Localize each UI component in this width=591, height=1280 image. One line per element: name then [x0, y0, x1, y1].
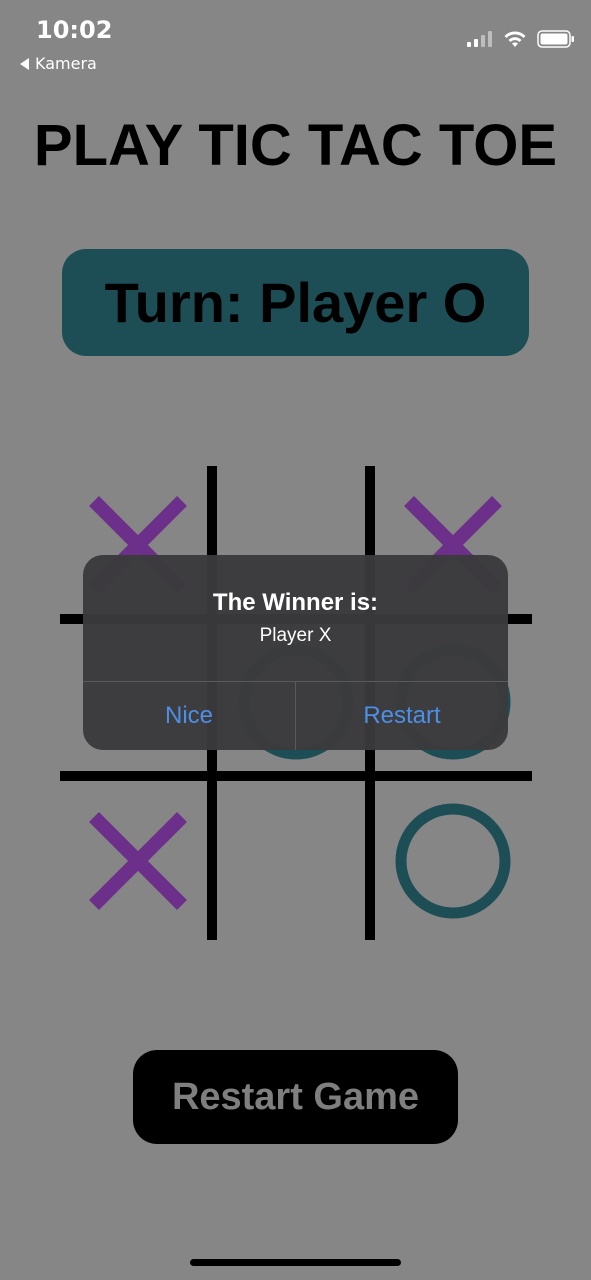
- restart-game-label: Restart Game: [171, 1075, 420, 1118]
- restart-game-button[interactable]: Restart Game: [133, 1050, 458, 1144]
- board-cell[interactable]: [388, 796, 518, 926]
- alert-message: Player X: [259, 625, 332, 646]
- alert-restart-button[interactable]: Restart: [296, 682, 508, 750]
- back-to-app-link[interactable]: Kamera: [20, 54, 97, 73]
- turn-indicator: Turn: Player O: [62, 249, 529, 356]
- board-cell[interactable]: [231, 796, 361, 926]
- page-title: PLAY TIC TAC TOE: [33, 113, 558, 178]
- cellular-signal-icon: [467, 31, 493, 52]
- wifi-icon: [503, 30, 527, 53]
- o-mark-icon: [388, 796, 518, 926]
- status-icons: [467, 30, 575, 53]
- alert-nice-button[interactable]: Nice: [83, 682, 295, 750]
- x-mark-icon: [73, 796, 203, 926]
- turn-label: Turn: Player O: [104, 271, 487, 334]
- battery-icon: [537, 30, 575, 53]
- back-app-label: Kamera: [35, 54, 97, 73]
- status-time: 10:02: [36, 16, 113, 44]
- grid-line-horizontal-2: [60, 771, 532, 781]
- home-indicator: [190, 1259, 401, 1266]
- back-arrow-icon: [20, 57, 29, 70]
- board-cell[interactable]: [73, 796, 203, 926]
- alert-title: The Winner is:: [212, 589, 379, 616]
- winner-alert-dialog: The Winner is: Player X Nice Restart: [83, 555, 508, 750]
